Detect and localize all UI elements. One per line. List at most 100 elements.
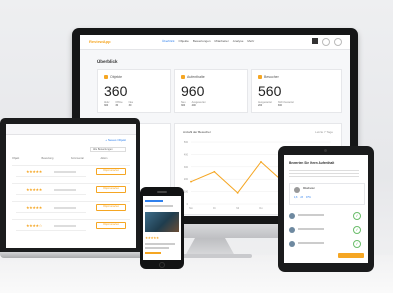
staff-row[interactable]: ✓ [289,239,363,251]
help-icon[interactable] [322,38,330,46]
y-tick-label: 0 [187,203,189,206]
visitors-icon [258,75,262,80]
stat-value: 960 [181,83,205,99]
top-navigation-bar: ReviewApp Überblick Objekte Bewertungen … [80,35,350,50]
row-detail [16,194,86,196]
stat-label: Aufenthalte [181,75,205,80]
nav-item-staff[interactable]: Mitarbeiter [215,39,229,43]
star-rating: ★★★★☆ [26,223,42,228]
phone-action-button[interactable] [145,252,161,254]
stat-card-visitors[interactable]: Besucher 560 Ausgewertet 200 Nicht bewert… [251,69,342,113]
property-photo[interactable] [145,212,179,232]
avatar [289,227,295,233]
app-logo[interactable]: ReviewApp [89,39,111,44]
view-object-button[interactable]: Objekt ansehen [96,204,126,211]
nav-item-analysis[interactable]: Analyse [233,39,244,43]
staff-stats: 4,8 23 97% [294,196,311,199]
data-point[interactable] [260,160,262,163]
comment-text [54,171,76,173]
table-row: ★★★★★ Objekt ansehen [12,183,130,200]
staff-row-text [298,228,324,230]
avatar [289,241,295,247]
review-filter-select[interactable]: Alle Bewertungen [90,147,126,152]
column-header: Aktion [100,157,108,160]
qr-code-icon[interactable] [312,38,318,44]
view-object-button[interactable]: Objekt ansehen [96,222,126,229]
staff-row[interactable]: ✓ [289,225,363,237]
column-header: Bewertung [41,157,54,160]
staff-name: Mitarbeiter [303,187,315,190]
stat-card-objects[interactable]: Objekte 360 Aktiv 300 Offline 30 Neu 30 [97,69,171,113]
x-tick-label: Di [213,207,216,210]
comment-text [54,207,76,209]
product-showcase-scene: ReviewApp Überblick Objekte Bewertungen … [0,0,393,293]
check-icon[interactable]: ✓ [353,226,361,234]
stat-breakdown: Neu 300 Ausgewertet 400 [181,101,206,107]
view-object-button[interactable]: Objekt ansehen [96,186,126,193]
x-tick-label: Do [259,207,263,210]
tablet-screen: Bewerten Sie Ihren Aufenthalt Mitarbeite… [284,155,368,263]
column-header: Objekt [12,157,20,160]
nav-item-more[interactable]: Mehr [247,39,254,43]
table-row: ★★★★★ Objekt ansehen [12,165,130,182]
y-tick-label: 400 [184,153,189,156]
x-tick-label: Mi [236,207,239,210]
table-row: ★★★★★ Objekt ansehen [12,201,130,218]
y-tick-label: 300 [184,166,189,169]
avatar [289,213,295,219]
phone-home-button[interactable] [159,262,165,268]
main-nav: Überblick Objekte Bewertungen Mitarbeite… [162,39,254,43]
smartphone: ★★★★★ [140,187,184,269]
column-header: Kommentar [71,157,84,160]
stat-breakdown: Aktiv 300 Offline 30 Neu 30 [104,101,134,107]
page-title: Überblick [97,59,118,64]
table-row: ★★★★☆ Objekt ansehen [12,219,130,236]
add-object-link[interactable]: + Neues Objekt [105,138,126,142]
review-form-title: Bewerten Sie Ihren Aufenthalt [289,161,335,165]
staff-row[interactable]: ✓ [289,211,363,223]
staff-row-text [298,214,324,216]
check-icon[interactable]: ✓ [353,212,361,220]
star-rating: ★★★★★ [26,205,42,210]
stays-icon [181,75,185,80]
nav-item-objects[interactable]: Objekte [179,39,189,43]
y-tick-label: 100 [184,191,189,194]
data-point[interactable] [236,191,239,194]
review-text [145,247,169,249]
nav-item-overview[interactable]: Überblick [162,39,175,43]
staff-card[interactable]: Mitarbeiter 4,8 23 97% [289,183,365,205]
view-object-button[interactable]: Objekt ansehen [96,168,126,175]
objects-icon [104,75,108,80]
check-icon[interactable]: ✓ [353,240,361,248]
nav-icon-group [312,38,342,46]
stat-value: 360 [104,83,128,99]
comment-text [54,225,76,227]
user-avatar-icon[interactable] [334,38,342,46]
logo-text: ReviewApp [89,39,111,44]
nav-item-reviews[interactable]: Bewertungen [193,39,211,43]
comment-text [54,189,76,191]
row-detail [16,212,86,214]
avatar [294,187,300,193]
star-rating[interactable]: ★★★★★ [145,236,159,240]
y-tick-label: 500 [184,141,189,144]
tablet-camera [324,149,327,152]
data-point[interactable] [190,180,192,183]
phone-speaker [157,191,167,193]
submit-review-button[interactable] [338,253,364,258]
laptop-base [0,252,150,258]
phone-subtitle-text [145,205,173,207]
stat-card-stays[interactable]: Aufenthalte 960 Neu 300 Ausgewertet 400 [174,69,248,113]
star-rating: ★★★★★ [26,169,42,174]
y-tick-label: 200 [184,178,189,181]
tablet: Bewerten Sie Ihren Aufenthalt Mitarbeite… [278,146,374,272]
row-detail [16,230,86,232]
row-detail [16,176,86,178]
review-form-description [289,168,361,178]
staff-row-text [298,242,324,244]
data-point[interactable] [213,170,216,173]
stat-label: Objekte [104,75,122,80]
table-header: Objekt Bewertung Kommentar Aktion [12,157,130,160]
stat-value: 560 [258,83,282,99]
laptop-toolbar [6,124,136,135]
